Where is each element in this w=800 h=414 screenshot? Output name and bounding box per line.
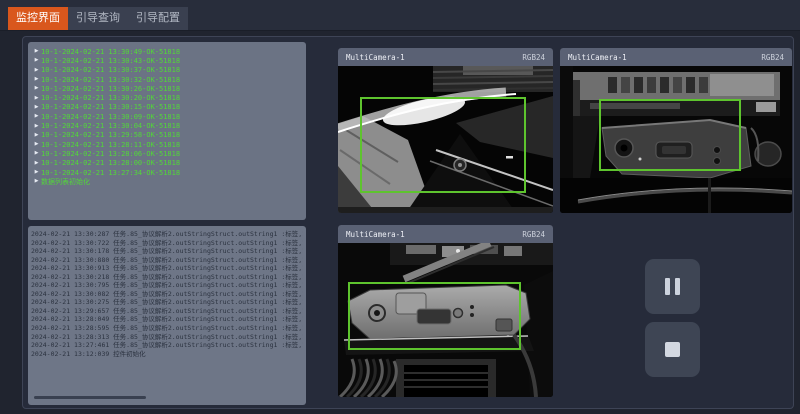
chevron-right-icon: ▶ bbox=[32, 56, 41, 65]
tab-guide-query[interactable]: 引导查询 bbox=[68, 7, 128, 30]
chevron-right-icon: ▶ bbox=[32, 177, 41, 186]
tree-item[interactable]: ▶ 10-1-2024-02-21 13:28:06-OK-51818 bbox=[32, 149, 302, 158]
camera-panel-2: MultiCamera-1 RGB24 bbox=[560, 48, 792, 213]
chevron-right-icon: ▶ bbox=[32, 66, 41, 75]
camera-1-view bbox=[338, 66, 553, 213]
camera-title: MultiCamera-1 bbox=[346, 230, 405, 239]
log-line: 2024-02-21 13:30:218 任务.85_协议解析2.outStri… bbox=[31, 273, 303, 282]
tree-item[interactable]: ▶ 10-1-2024-02-21 13:29:58-OK-51818 bbox=[32, 131, 302, 140]
tree-item[interactable]: ▶ 10-1-2024-02-21 13:30:15-OK-51818 bbox=[32, 103, 302, 112]
chevron-right-icon: ▶ bbox=[32, 112, 41, 121]
tree-item[interactable]: ▶ 10-1-2024-02-21 13:30:49-OK-51818 bbox=[32, 47, 302, 56]
tree-item[interactable]: ▶ 10-1-2024-02-21 13:27:34-OK-51818 bbox=[32, 168, 302, 177]
pause-button[interactable] bbox=[645, 259, 700, 314]
tree-item-label: 10-1-2024-02-21 13:30:43-OK-51818 bbox=[41, 57, 180, 65]
stop-icon bbox=[665, 342, 680, 357]
tree-item-label: 10-1-2024-02-21 13:30:04-OK-51818 bbox=[41, 122, 180, 130]
vision-monitor-app: 监控界面 引导查询 引导配置 ▶ 10-1-2024-02-21 13:30:4… bbox=[0, 0, 800, 414]
tree-item-label: 10-1-2024-02-21 13:30:20-OK-51818 bbox=[41, 94, 180, 102]
tree-item[interactable]: ▶ 10-1-2024-02-21 13:30:37-OK-51818 bbox=[32, 66, 302, 75]
log-line: 2024-02-21 13:30:795 任务.85_协议解析2.outStri… bbox=[31, 281, 303, 290]
pause-icon bbox=[665, 278, 680, 295]
tree-item-label: 10-1-2024-02-21 13:30:37-OK-51818 bbox=[41, 66, 180, 74]
chevron-right-icon: ▶ bbox=[32, 168, 41, 177]
tree-item-label: 10-1-2024-02-21 13:27:34-OK-51818 bbox=[41, 169, 180, 177]
tab-guide-config[interactable]: 引导配置 bbox=[128, 7, 188, 30]
tree-item[interactable]: ▶ 10-1-2024-02-21 13:30:20-OK-51818 bbox=[32, 93, 302, 102]
log-line: 2024-02-21 13:28:049 任务.85_协议解析2.outStri… bbox=[31, 315, 303, 324]
tree-item-label: 数据列表初始化 bbox=[41, 177, 90, 187]
log-line: 2024-02-21 13:30:722 任务.85_协议解析2.outStri… bbox=[31, 239, 303, 248]
tree-item[interactable]: ▶ 10-1-2024-02-21 13:30:09-OK-51818 bbox=[32, 112, 302, 121]
chevron-right-icon: ▶ bbox=[32, 75, 41, 84]
log-line: 2024-02-21 13:28:313 任务.85_协议解析2.outStri… bbox=[31, 333, 303, 342]
log-line: 2024-02-21 13:28:595 任务.85_协议解析2.outStri… bbox=[31, 324, 303, 333]
log-line: 2024-02-21 13:30:880 任务.85_协议解析2.outStri… bbox=[31, 256, 303, 265]
camera-1-header: MultiCamera-1 RGB24 bbox=[338, 48, 553, 66]
detection-box bbox=[360, 97, 526, 193]
log-line: 2024-02-21 13:30:287 任务.85_协议解析2.outStri… bbox=[31, 230, 303, 239]
stop-button[interactable] bbox=[645, 322, 700, 377]
tree-item-label: 10-1-2024-02-21 13:28:11-OK-51818 bbox=[41, 141, 180, 149]
detection-box bbox=[348, 282, 521, 350]
tree-item[interactable]: ▶ 10-1-2024-02-21 13:30:26-OK-51818 bbox=[32, 84, 302, 93]
log-line: 2024-02-21 13:27:461 任务.85_协议解析2.outStri… bbox=[31, 341, 303, 350]
tree-item[interactable]: ▶ 10-1-2024-02-21 13:30:04-OK-51818 bbox=[32, 121, 302, 130]
tree-item[interactable]: ▶ 10-1-2024-02-21 13:30:43-OK-51818 bbox=[32, 56, 302, 65]
log-line: 2024-02-21 13:30:275 任务.85_协议解析2.outStri… bbox=[31, 298, 303, 307]
camera-title: MultiCamera-1 bbox=[568, 53, 627, 62]
chevron-right-icon: ▶ bbox=[32, 103, 41, 112]
detection-box bbox=[599, 99, 741, 171]
camera-panel-3: MultiCamera-1 RGB24 bbox=[338, 225, 553, 397]
camera-2-view bbox=[560, 66, 792, 213]
chevron-right-icon: ▶ bbox=[32, 122, 41, 131]
tree-item[interactable]: ▶ 10-1-2024-02-21 13:30:32-OK-51818 bbox=[32, 75, 302, 84]
camera-format-badge: RGB24 bbox=[522, 230, 545, 239]
chevron-right-icon: ▶ bbox=[32, 159, 41, 168]
log-horizontal-scrollbar[interactable] bbox=[34, 396, 146, 399]
log-panel: 2024-02-21 13:30:287 任务.85_协议解析2.outStri… bbox=[28, 226, 306, 405]
tree-item[interactable]: ▶ 10-1-2024-02-21 13:28:00-OK-51818 bbox=[32, 159, 302, 168]
chevron-right-icon: ▶ bbox=[32, 47, 41, 56]
camera-3-header: MultiCamera-1 RGB24 bbox=[338, 225, 553, 243]
tab-monitor[interactable]: 监控界面 bbox=[8, 7, 68, 30]
tree-item-label: 10-1-2024-02-21 13:30:49-OK-51818 bbox=[41, 48, 180, 56]
chevron-right-icon: ▶ bbox=[32, 94, 41, 103]
camera-title: MultiCamera-1 bbox=[346, 53, 405, 62]
tree-item-label: 10-1-2024-02-21 13:30:32-OK-51818 bbox=[41, 76, 180, 84]
chevron-right-icon: ▶ bbox=[32, 149, 41, 158]
chevron-right-icon: ▶ bbox=[32, 131, 41, 140]
tree-item-label: 10-1-2024-02-21 13:28:06-OK-51818 bbox=[41, 150, 180, 158]
tree-item-label: 10-1-2024-02-21 13:30:15-OK-51818 bbox=[41, 103, 180, 111]
tree-item-label: 10-1-2024-02-21 13:29:58-OK-51818 bbox=[41, 131, 180, 139]
result-tree-panel: ▶ 10-1-2024-02-21 13:30:49-OK-51818 ▶ 10… bbox=[28, 42, 306, 220]
log-line: 2024-02-21 13:12:039 控件初始化 bbox=[31, 350, 303, 359]
tree-item-label: 10-1-2024-02-21 13:28:00-OK-51818 bbox=[41, 159, 180, 167]
log-line: 2024-02-21 13:30:178 任务.85_协议解析2.outStri… bbox=[31, 247, 303, 256]
camera-2-header: MultiCamera-1 RGB24 bbox=[560, 48, 792, 66]
tree-item-label: 10-1-2024-02-21 13:30:09-OK-51818 bbox=[41, 113, 180, 121]
tree-item[interactable]: ▶ 数据列表初始化 bbox=[32, 177, 302, 186]
log-line: 2024-02-21 13:29:657 任务.85_协议解析2.outStri… bbox=[31, 307, 303, 316]
camera-panel-1: MultiCamera-1 RGB24 bbox=[338, 48, 553, 213]
tab-bar: 监控界面 引导查询 引导配置 bbox=[0, 0, 800, 31]
log-line: 2024-02-21 13:30:913 任务.85_协议解析2.outStri… bbox=[31, 264, 303, 273]
chevron-right-icon: ▶ bbox=[32, 84, 41, 93]
log-line: 2024-02-21 13:30:082 任务.85_协议解析2.outStri… bbox=[31, 290, 303, 299]
tree-item-label: 10-1-2024-02-21 13:30:26-OK-51818 bbox=[41, 85, 180, 93]
tree-item[interactable]: ▶ 10-1-2024-02-21 13:28:11-OK-51818 bbox=[32, 140, 302, 149]
camera-format-badge: RGB24 bbox=[522, 53, 545, 62]
chevron-right-icon: ▶ bbox=[32, 140, 41, 149]
camera-3-view bbox=[338, 243, 553, 397]
camera-format-badge: RGB24 bbox=[761, 53, 784, 62]
